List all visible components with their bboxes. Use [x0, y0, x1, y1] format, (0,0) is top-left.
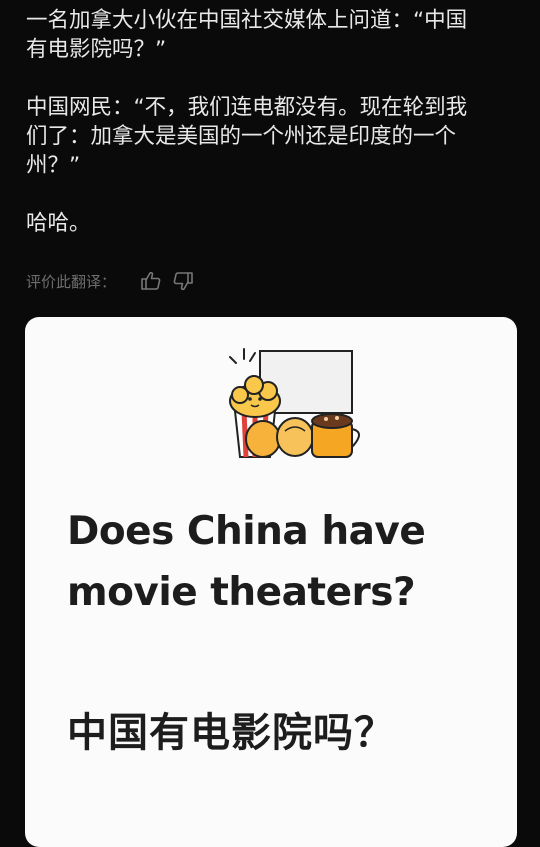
english-line: movie theaters?	[67, 570, 416, 615]
image-card: Does China have movie theaters? 中国有电影院吗？	[25, 317, 517, 847]
post-line: 中国网民：“不，我们连电都没有。现在轮到我	[26, 95, 468, 120]
feedback-label: 评价此翻译：	[26, 272, 117, 291]
chinese-question: 中国有电影院吗？	[67, 710, 395, 756]
thumbs-down-icon[interactable]	[172, 270, 194, 292]
thumbs-up-icon[interactable]	[140, 270, 162, 292]
post-line: 哈哈。	[26, 211, 91, 236]
post-line: 有电影院吗？”	[26, 37, 167, 62]
popcorn-cinema-illustration	[200, 339, 375, 464]
english-line: Does China have	[67, 509, 426, 554]
translation-feedback: 评价此翻译：	[26, 270, 194, 292]
translated-post-text: 一名加拿大小伙在中国社交媒体上问道：“中国 有电影院吗？” 中国网民：“不，我们…	[26, 6, 520, 238]
post-line: 一名加拿大小伙在中国社交媒体上问道：“中国	[26, 8, 468, 33]
english-question: Does China have movie theaters?	[67, 501, 507, 623]
post-line: 们了：加拿大是美国的一个州还是印度的一个	[26, 124, 457, 149]
post-line: 州？”	[26, 153, 81, 178]
